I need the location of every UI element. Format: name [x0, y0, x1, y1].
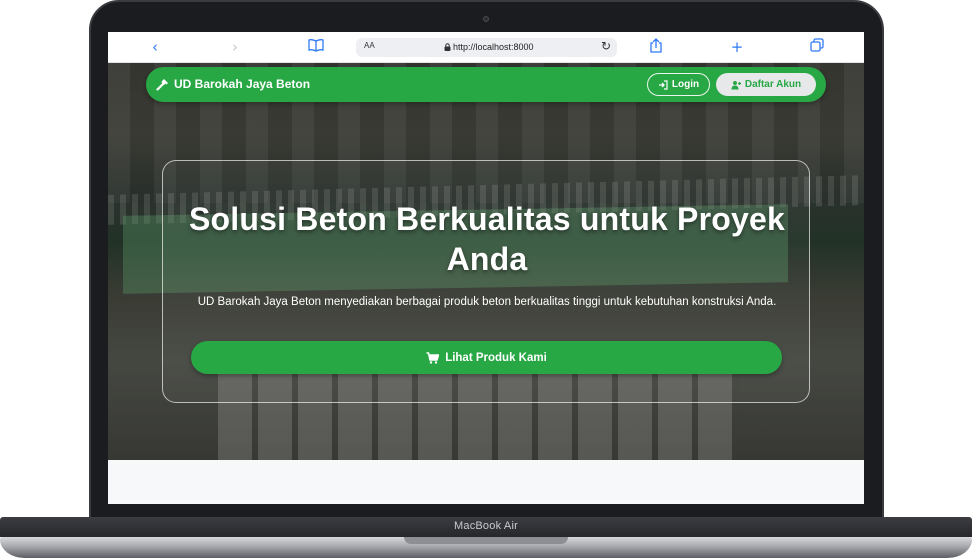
login-button[interactable]: Login [647, 73, 710, 96]
new-tab-icon[interactable]: + [728, 38, 746, 56]
screen: ‹ › AA http://localhost:8000 ↻ + Solusi … [108, 32, 864, 504]
laptop-notch [404, 537, 568, 544]
camera-icon [483, 16, 489, 22]
hero-description: UD Barokah Jaya Beton menyediakan berbag… [197, 296, 777, 308]
cart-icon [426, 351, 440, 364]
hero-title: Solusi Beton Berkualitas untuk Proyek An… [189, 201, 785, 277]
sign-in-icon [658, 79, 668, 90]
hammer-icon [156, 78, 168, 91]
url-text: http://localhost:8000 [453, 42, 534, 52]
text-size-button[interactable]: AA [364, 41, 375, 50]
forward-icon[interactable]: › [226, 38, 244, 56]
login-label: Login [671, 79, 700, 90]
hero-section: Solusi Beton Berkualitas untuk Proyek An… [108, 63, 864, 460]
hero-card: Solusi Beton Berkualitas untuk Proyek An… [162, 160, 810, 403]
view-products-label: Lihat Produk Kami [445, 351, 547, 364]
user-plus-icon [731, 80, 741, 89]
model-label: MacBook Air [454, 520, 518, 532]
register-label: Daftar Akun [744, 79, 802, 90]
browser-toolbar: ‹ › AA http://localhost:8000 ↻ + [108, 32, 864, 63]
lock-icon [444, 43, 451, 51]
share-icon[interactable] [647, 38, 665, 56]
page-below-hero [108, 460, 864, 504]
tabs-icon[interactable] [808, 38, 826, 56]
address-bar[interactable]: AA http://localhost:8000 ↻ [356, 38, 617, 57]
reload-icon[interactable]: ↻ [601, 39, 611, 53]
laptop-mockup: MacBook Air ‹ › AA http://localhost:8000… [0, 0, 972, 558]
navbar: UD Barokah Jaya Beton Login Daftar Akun [146, 67, 826, 102]
register-button[interactable]: Daftar Akun [716, 73, 816, 96]
back-icon[interactable]: ‹ [146, 38, 164, 56]
brand-link[interactable]: UD Barokah Jaya Beton [156, 77, 310, 91]
brand-name: UD Barokah Jaya Beton [174, 77, 311, 91]
bookmarks-icon[interactable] [307, 38, 325, 56]
view-products-button[interactable]: Lihat Produk Kami [191, 341, 782, 374]
